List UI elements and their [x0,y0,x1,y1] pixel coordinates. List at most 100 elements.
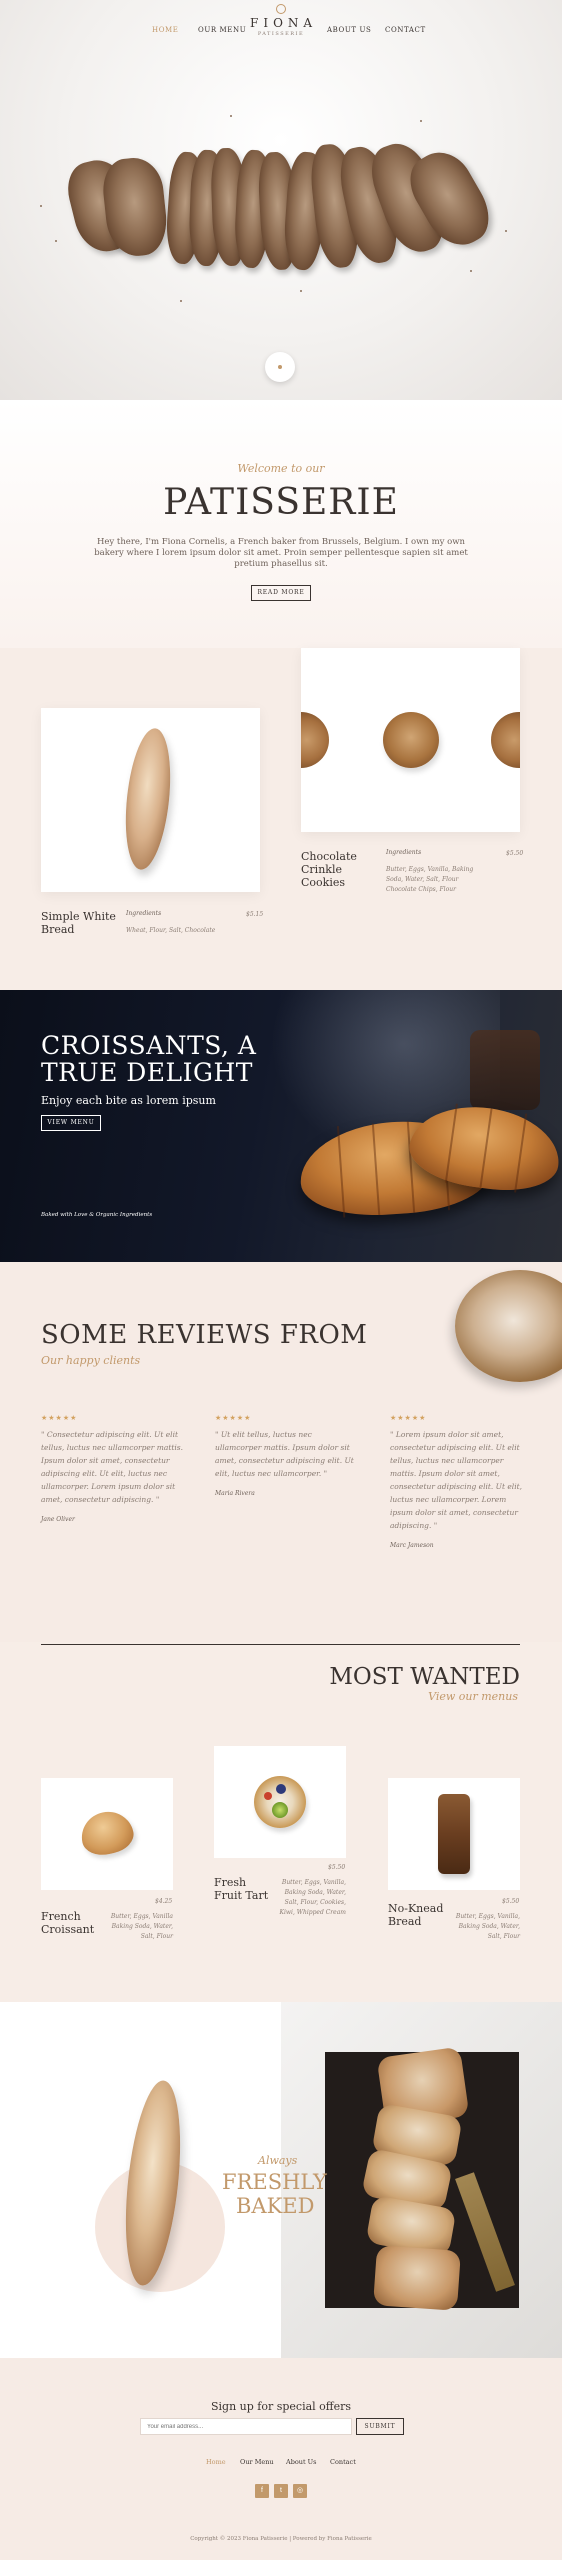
product-name-line: Cookies [301,876,345,889]
ingredients-label: Ingredients [386,849,422,856]
ingredients-line: Salt, Flour [140,1933,173,1940]
submit-button[interactable]: SUBMIT [356,2418,404,2435]
product-price: $5.50 [502,1898,520,1905]
rating-stars-icon: ★★★★★ [41,1414,78,1422]
ingredients-line: Baking Soda, Water, [458,1923,520,1930]
welcome-script: Welcome to our [237,462,325,475]
nav-home[interactable]: HOME [152,26,179,34]
sliced-baguette-image [325,2046,519,2311]
review-card: ★★★★★ " Consectetur adipiscing elit. Ut … [41,1414,191,1523]
copyright: Copyright © 2023 Fiona Patisserie | Powe… [190,2536,372,2542]
welcome-title: PATISSERIE [163,482,399,523]
scroll-down-button[interactable] [265,352,295,382]
reviewer-name: Maria Rivera [215,1490,255,1497]
instagram-icon[interactable]: ◎ [293,2484,307,2498]
ingredients-line: Salt, Flour [487,1933,520,1940]
product-name: Simple White Bread [41,910,116,936]
reviews-script: Our happy clients [41,1354,141,1367]
freshly-baked-section: Always FRESHLY BAKED [0,2002,562,2358]
fresh-script: Always [258,2154,298,2167]
twitter-icon[interactable]: t [274,2484,288,2498]
logo-mark-icon [276,4,286,14]
review-text: " Lorem ipsum dolor sit amet, consectetu… [390,1430,523,1530]
product-price: $5.50 [328,1864,346,1871]
banner-title-line: TRUE DELIGHT [41,1058,253,1087]
fresh-title-line: BAKED [236,2194,315,2218]
croissants-image [297,1097,562,1262]
featured-products-section: Simple White Bread Ingredients $5.15 Whe… [0,648,562,990]
hero-section: HOME OUR MENU FIONA PATISSERIE ABOUT US … [0,0,562,400]
ingredients-line: Kiwi, Whipped Cream [279,1909,346,1916]
signup-title: Sign up for special offers [210,2400,352,2413]
product-ingredients: Butter, Eggs, Vanilla Baking Soda, Water… [105,1912,173,1942]
ingredients-line: Butter, Eggs, Vanilla, Baking [386,866,474,873]
welcome-body: Hey there, I'm Fiona Cornelis, a French … [94,537,468,569]
product-name: French Croissant [41,1910,94,1936]
footer-link-about-us[interactable]: About Us [286,2458,316,2466]
wanted-script: View our menus [428,1690,518,1703]
most-wanted-section: MOST WANTED View our menus French Croiss… [0,1642,562,2002]
product-name-line: No-Knead [388,1902,444,1915]
ingredients-line: Butter, Eggs, Vanilla, [455,1913,520,1920]
product-name-line: Chocolate [301,850,357,863]
footer-link-contact[interactable]: Contact [330,2458,356,2466]
nav-our-menu[interactable]: OUR MENU [198,26,246,34]
footer-link-our-menu[interactable]: Our Menu [240,2458,274,2466]
review-text: " Consectetur adipiscing elit. Ut elit t… [41,1430,184,1504]
review-card: ★★★★★ " Ut elit tellus, luctus nec ullam… [215,1414,355,1497]
product-ingredients: Butter, Eggs, Vanilla, Baking Soda, Wate… [445,1912,520,1942]
product-name-line: Fruit Tart [214,1889,269,1902]
product-name-line: Simple White [41,910,116,923]
fresh-title-line: FRESHLY [222,2170,327,2194]
read-more-button[interactable]: READ MORE [251,585,311,601]
product-image-no-knead-bread[interactable] [388,1778,520,1890]
fresh-title: FRESHLY BAKED [222,2170,332,2218]
ingredients-line: Butter, Eggs, Vanilla, [281,1879,346,1886]
ingredients-line: Baking Soda, Water, [111,1923,173,1930]
product-ingredients: Butter, Eggs, Vanilla, Baking Soda, Wate… [386,865,473,895]
banner-caption: Baked with Love & Organic Ingredients [41,1212,153,1218]
product-image-cookies[interactable] [301,648,520,832]
reviewer-name: Marc Jameson [390,1542,434,1549]
wanted-title: MOST WANTED [329,1664,520,1690]
product-image-croissant[interactable] [41,1778,173,1890]
footer-link-home[interactable]: Home [206,2458,226,2466]
product-ingredients: Wheat, Flour, Salt, Chocolate [126,927,216,934]
ingredients-line: Chocolate Chips, Flour [386,886,456,893]
logo-subtitle: PATISSERIE [257,31,305,37]
hero-bread-image [60,130,501,300]
rating-stars-icon: ★★★★★ [215,1414,252,1422]
ingredients-line: Soda, Water, Salt, Flour [386,876,459,883]
product-name-line: Fresh [214,1876,247,1889]
logo[interactable]: FIONA PATISSERIE [250,4,312,44]
logo-title: FIONA [250,16,318,30]
nav-about-us[interactable]: ABOUT US [327,26,371,34]
nav-contact[interactable]: CONTACT [385,26,426,34]
bread-loaf-image [455,1270,562,1382]
product-image-fruit-tart[interactable] [214,1746,346,1858]
product-ingredients: Butter, Eggs, Vanilla, Baking Soda, Wate… [270,1878,346,1918]
facebook-icon[interactable]: f [255,2484,269,2498]
divider [41,1644,520,1645]
product-price: $4.25 [155,1898,173,1905]
product-name: No-Knead Bread [388,1902,443,1928]
reviewer-name: Jane Oliver [41,1516,75,1523]
product-name-line: Bread [388,1915,422,1928]
dot-icon [278,365,282,369]
review-card: ★★★★★ " Lorem ipsum dolor sit amet, cons… [390,1414,525,1549]
ingredients-line: Baking Soda, Water, [284,1889,346,1896]
review-text: " Ut elit tellus, luctus nec ullamcorper… [215,1430,354,1478]
reviews-section: SOME REVIEWS FROM Our happy clients ★★★★… [0,1262,562,1642]
product-image-white-bread[interactable] [41,708,260,892]
product-name-line: Bread [41,923,75,936]
ingredients-line: Salt, Flour, Cookies, [284,1899,346,1906]
product-name: Chocolate Crinkle Cookies [301,850,357,889]
banner-subtitle: Enjoy each bite as lorem ipsum [41,1094,216,1107]
ingredients-line: Butter, Eggs, Vanilla [110,1913,173,1920]
footer: Sign up for special offers SUBMIT Home O… [0,2358,562,2560]
product-name-line: French [41,1910,81,1923]
ingredients-label: Ingredients [126,910,162,917]
email-input[interactable] [140,2418,352,2435]
view-menu-button[interactable]: VIEW MENU [41,1115,101,1131]
banner-title-line: CROISSANTS, A [41,1031,257,1060]
